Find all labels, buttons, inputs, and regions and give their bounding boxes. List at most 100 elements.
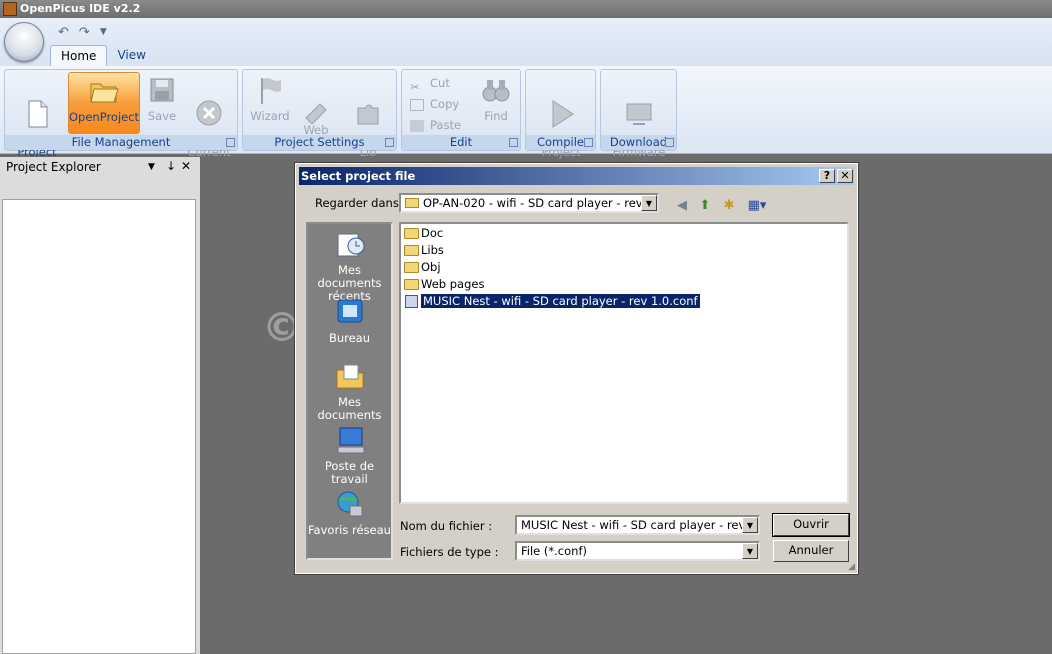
dialog-launcher-icon[interactable] [509,138,518,147]
open-project-button[interactable]: OpenProject [68,72,140,134]
project-explorer-header: Project Explorer ▼ ↓ ✕ [0,157,200,177]
list-item[interactable]: Obj [403,260,441,276]
group-edit: ✂ Cut Copy Paste Find Edit [401,69,521,151]
group-label-download: Download [601,135,676,150]
ribbon-header [0,18,1052,68]
look-in-combo[interactable]: OP-AN-020 - wifi - SD card player - rev … [399,193,659,213]
list-item[interactable]: Doc [403,226,443,242]
binoculars-icon [480,74,512,106]
web-pages-import-button[interactable]: Web Pages Import [293,74,339,136]
chevron-down-icon[interactable]: ▼ [742,517,758,533]
dialog-launcher-icon[interactable] [226,138,235,147]
save-disk-icon [146,74,178,106]
wizard-flag-icon [254,74,286,106]
customize-qat-icon[interactable]: ▼ [100,27,107,37]
filename-field[interactable]: MUSIC Nest - wifi - SD card player - rev… [515,515,760,535]
dialog-launcher-icon[interactable] [665,138,674,147]
my-computer-icon [334,424,366,456]
group-label-edit: Edit [402,135,520,150]
wizard-button[interactable]: Wizard [247,74,293,122]
back-icon[interactable]: ◀ [673,198,691,214]
save-button[interactable]: Save [143,74,181,122]
up-folder-icon[interactable]: ⬆ [696,198,714,214]
open-folder-icon [88,75,120,107]
close-circle-icon [193,86,225,126]
group-compile: Compile Project Compile [525,69,596,158]
select-project-file-dialog: Select project file ? ✕ Regarder dans : … [294,162,859,575]
dialog-title: Select project file [301,169,416,183]
group-project-settings: Wizard Web Pages Import External Lib Pro… [242,69,397,158]
play-icon [545,86,577,128]
view-menu-icon[interactable]: ▦▾ [744,198,770,214]
my-documents-icon [334,360,366,392]
puzzle-icon [352,86,384,125]
group-label-project-settings: Project Settings [243,135,396,150]
group-download: Download Firmware Download [600,69,677,158]
group-label-file-management: File Management [5,135,237,150]
undo-icon[interactable]: ↶ [58,25,69,40]
filetype-select[interactable]: File (*.conf) ▼ [515,541,760,561]
folder-icon [405,198,419,208]
pin-icon[interactable]: ↓ [166,159,176,173]
group-label-compile: Compile [526,135,595,150]
ribbon-tabs: Home View [50,45,156,67]
app-icon [3,2,17,16]
dropdown-arrow-icon[interactable]: ▼ [148,162,155,172]
copy-icon [410,98,424,111]
place-desktop[interactable]: Bureau [308,296,391,345]
look-in-label: Regarder dans : [315,196,407,210]
web-import-icon [300,86,332,125]
place-recent-documents[interactable]: Mes documents récents [308,228,391,303]
places-bar: Mes documents récents Bureau Mes documen… [306,222,393,560]
group-file-management: New Project OpenProject Save Close Curre… [4,69,238,158]
project-tree[interactable] [2,199,196,654]
network-places-icon [334,488,366,520]
scissors-icon: ✂ [410,79,420,94]
paste-icon [410,119,424,132]
folder-icon [404,262,419,273]
filename-label: Nom du fichier : [400,519,493,533]
dialog-launcher-icon[interactable] [584,138,593,147]
chevron-down-icon[interactable]: ▼ [641,195,657,211]
place-my-computer[interactable]: Poste de travail [308,424,391,486]
config-file-icon [405,295,418,308]
ribbon: New Project OpenProject Save Close Curre… [0,66,1052,158]
file-list[interactable]: Doc Libs Obj Web pages MUSIC Nest - wifi… [399,222,849,504]
copy-button[interactable]: Copy [410,95,459,113]
filetype-label: Fichiers de type : [400,545,499,559]
redo-icon[interactable]: ↷ [79,25,90,40]
cut-button[interactable]: ✂ Cut [410,74,450,94]
quick-access-toolbar: ↶ ↷ ▼ [50,22,140,42]
dialog-close-button[interactable]: ✕ [837,169,853,183]
tab-home[interactable]: Home [50,45,108,67]
open-button[interactable]: Ouvrir [772,513,850,537]
list-item[interactable]: Web pages [403,277,484,293]
folder-icon [404,279,419,290]
dialog-titlebar: Select project file ? ✕ [299,167,854,185]
app-title: OpenPicus IDE v2.2 [20,2,141,15]
tab-view[interactable]: View [107,45,155,67]
app-titlebar: OpenPicus IDE v2.2 [0,0,1052,18]
recent-documents-icon [334,228,366,260]
close-icon[interactable]: ✕ [181,159,191,173]
chevron-down-icon[interactable]: ▼ [742,543,758,559]
cancel-button[interactable]: Annuler [773,540,849,562]
resize-grip-icon[interactable]: ◢ [848,562,855,572]
place-my-documents[interactable]: Mes documents [308,360,391,422]
help-button[interactable]: ? [819,169,835,183]
place-network[interactable]: Favoris réseau [308,488,391,537]
new-document-icon [21,86,53,128]
folder-icon [404,228,419,239]
list-item-selected[interactable]: MUSIC Nest - wifi - SD card player - rev… [403,294,700,310]
paste-button[interactable]: Paste [410,116,461,134]
folder-icon [404,245,419,256]
dialog-launcher-icon[interactable] [385,138,394,147]
desktop-icon [334,296,366,328]
download-firmware-icon [623,86,655,125]
project-explorer-title: Project Explorer [6,160,101,174]
find-button[interactable]: Find [476,74,516,122]
application-menu-button[interactable] [4,22,44,62]
list-item[interactable]: Libs [403,243,444,259]
project-explorer-pane: Project Explorer ▼ ↓ ✕ [0,157,200,654]
new-folder-icon[interactable]: ✱ [720,198,738,214]
